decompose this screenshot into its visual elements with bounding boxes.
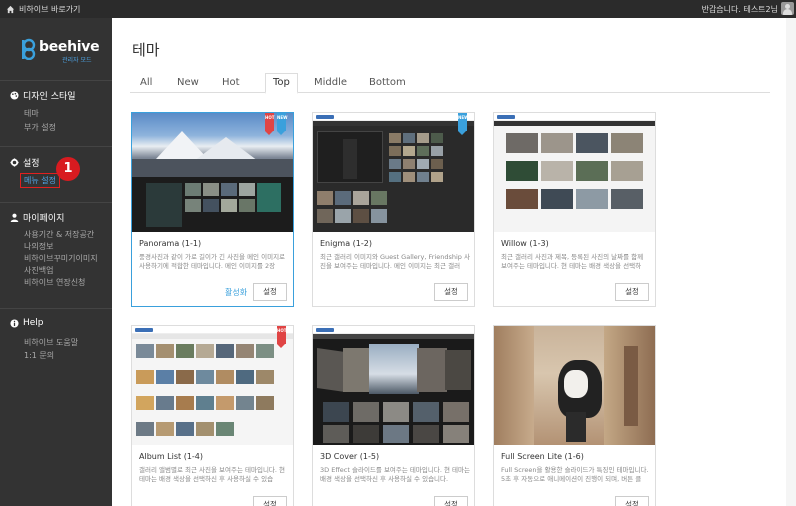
theme-title: Enigma (1-2) xyxy=(320,239,372,248)
sidebar-item-inquiry[interactable]: 1:1 문의 xyxy=(24,350,54,361)
sidebar-item-extension-request[interactable]: 비하이브 연장신청 xyxy=(24,277,85,288)
settings-button[interactable]: 설정 xyxy=(615,283,649,301)
sidebar: beehive 관리자 모드 디자인 스타일 테마 부가 설정 설정 메뉴 설정… xyxy=(0,18,112,506)
thumb-header xyxy=(132,326,293,334)
theme-card-3d-cover[interactable]: 3D Cover (1-5) 3D Effect 슬라이드를 보여주는 테마입니… xyxy=(312,325,475,506)
new-ribbon-label: NEW xyxy=(458,115,469,120)
theme-description: 최근 갤러리 사진과 제목, 등록된 사진의 날짜를 함께 보여주는 테마입니다… xyxy=(501,253,644,270)
tab-all[interactable]: All xyxy=(140,77,152,88)
hot-ribbon-label: HOT xyxy=(277,328,287,333)
sidebar-item-usage[interactable]: 사용기간 & 저장공간 xyxy=(24,229,94,240)
sidebar-section-settings: 설정 메뉴 설정 xyxy=(0,146,112,206)
theme-card-panorama[interactable]: HOT NEW Panorama (1-1) 풍경사진과 같이 가로 길이가 긴… xyxy=(131,112,294,307)
theme-card-enigma[interactable]: NEW Enigma (1-2) 최근 갤러리 이미지와 Guest Galle… xyxy=(312,112,475,307)
top-bar: 비하이브 바로가기 반갑습니다. 테스트2님 xyxy=(0,0,796,18)
theme-title: Panorama (1-1) xyxy=(139,239,202,248)
theme-card-full-screen-lite[interactable]: Full Screen Lite (1-6) Full Screen을 활용한 … xyxy=(493,325,656,506)
sidebar-section-label: Help xyxy=(23,318,44,328)
theme-title: Willow (1-3) xyxy=(501,239,549,248)
hot-ribbon-label: HOT xyxy=(265,115,275,120)
settings-button[interactable]: 설정 xyxy=(434,283,468,301)
main-content: 테마 All New Hot Top Middle Bottom HOT NEW… xyxy=(112,18,796,506)
new-ribbon-label: NEW xyxy=(277,115,288,120)
thumb-header xyxy=(313,326,474,334)
vertical-scrollbar[interactable] xyxy=(786,18,796,506)
tab-hot[interactable]: Hot xyxy=(222,77,240,88)
settings-button[interactable]: 설정 xyxy=(615,496,649,506)
settings-button[interactable]: 설정 xyxy=(253,496,287,506)
settings-button[interactable]: 설정 xyxy=(434,496,468,506)
sidebar-section-title-settings[interactable]: 설정 xyxy=(10,156,40,169)
sidebar-item-help-guide[interactable]: 비하이브 도움말 xyxy=(24,337,78,348)
theme-filter-tabs: All New Hot Top Middle Bottom xyxy=(130,73,770,94)
sidebar-section-help: Help 비하이브 도움말 1:1 문의 xyxy=(0,308,112,378)
sidebar-section-label: 디자인 스타일 xyxy=(23,92,76,102)
settings-button[interactable]: 설정 xyxy=(253,283,287,301)
theme-description: 풍경사진과 같이 가로 길이가 긴 사진을 메인 이미지로 사용하기에 적합한 … xyxy=(139,253,286,270)
activate-button[interactable]: 활성화 xyxy=(225,287,247,298)
sidebar-section-title-help[interactable]: Help xyxy=(10,318,44,328)
home-link-label: 비하이브 바로가기 xyxy=(19,5,81,14)
thumb-header xyxy=(494,113,655,121)
sidebar-section-label: 설정 xyxy=(23,159,40,169)
thumb-header xyxy=(313,113,474,121)
sidebar-section-title-design[interactable]: 디자인 스타일 xyxy=(10,89,76,102)
theme-title: 3D Cover (1-5) xyxy=(320,452,380,461)
theme-description: 갤러리 앨범별로 최근 사진을 보여주는 테마입니다. 현 테마는 배경 색상을… xyxy=(139,466,286,483)
sidebar-item-my-info[interactable]: 나의정보 xyxy=(24,241,53,252)
sidebar-item-decor-image[interactable]: 비하이브꾸미기이미지 xyxy=(24,253,98,264)
beehive-logo-icon xyxy=(22,38,36,60)
logo-subtitle: 관리자 모드 xyxy=(62,57,92,64)
page-title: 테마 xyxy=(132,41,160,59)
theme-title: Album List (1-4) xyxy=(139,452,204,461)
home-link[interactable]: 비하이브 바로가기 xyxy=(6,4,80,15)
beehive-logo[interactable]: beehive 관리자 모드 xyxy=(20,34,100,66)
thumb-nav xyxy=(313,334,474,339)
user-avatar-icon[interactable] xyxy=(781,2,794,15)
thumb-nav xyxy=(313,121,474,126)
thumb-nav xyxy=(494,121,655,126)
theme-card-album-list[interactable]: HOT Album List (1-4) 갤러리 앨범별로 최근 사진을 보여주… xyxy=(131,325,294,506)
tab-bottom[interactable]: Bottom xyxy=(369,77,406,88)
theme-description: Full Screen을 활용한 슬라이드가 특징인 테마입니다. 5초 후 자… xyxy=(501,466,649,483)
theme-card-willow[interactable]: Willow (1-3) 최근 갤러리 사진과 제목, 등록된 사진의 날짜를 … xyxy=(493,112,656,307)
sidebar-item-theme[interactable]: 테마 xyxy=(24,108,39,119)
theme-title: Full Screen Lite (1-6) xyxy=(501,452,584,461)
sidebar-section-design: 디자인 스타일 테마 부가 설정 xyxy=(0,80,112,150)
home-icon xyxy=(6,5,15,14)
hot-ribbon: HOT xyxy=(277,326,287,348)
tab-new[interactable]: New xyxy=(177,77,199,88)
user-icon xyxy=(10,213,19,222)
theme-description: 최근 갤러리 이미지와 Guest Gallery, Friendship 사진… xyxy=(320,253,470,270)
theme-thumbnail[interactable] xyxy=(313,326,474,445)
sidebar-item-extra-settings[interactable]: 부가 설정 xyxy=(24,122,56,133)
sidebar-section-title-mypage[interactable]: 마이페이지 xyxy=(10,211,64,224)
tab-middle[interactable]: Middle xyxy=(314,77,347,88)
theme-thumbnail[interactable]: HOT xyxy=(132,326,293,445)
sidebar-item-photo-backup[interactable]: 사진백업 xyxy=(24,265,53,276)
step-badge: 1 xyxy=(56,157,80,181)
sidebar-item-menu-settings[interactable]: 메뉴 설정 xyxy=(20,173,60,188)
theme-thumbnail[interactable] xyxy=(494,113,655,232)
info-icon xyxy=(10,318,19,328)
palette-icon xyxy=(10,91,19,100)
theme-description: 3D Effect 슬라이드를 보여주는 테마입니다. 현 테마는 배경 색상을… xyxy=(320,466,470,483)
logo-text: beehive xyxy=(39,39,100,55)
user-greeting: 반갑습니다. 테스트2님 xyxy=(701,5,778,14)
theme-thumbnail[interactable] xyxy=(494,326,655,445)
sidebar-section-mypage: 마이페이지 사용기간 & 저장공간 나의정보 비하이브꾸미기이미지 사진백업 비… xyxy=(0,202,112,314)
hot-ribbon: HOT xyxy=(265,113,275,135)
tab-top[interactable]: Top xyxy=(265,73,298,94)
sidebar-section-label: 마이페이지 xyxy=(23,214,65,224)
theme-thumbnail[interactable]: HOT NEW xyxy=(132,113,293,232)
theme-thumbnail[interactable]: NEW xyxy=(313,113,474,232)
gear-icon xyxy=(10,158,19,167)
new-ribbon: NEW xyxy=(458,113,469,135)
new-ribbon: NEW xyxy=(277,113,288,135)
